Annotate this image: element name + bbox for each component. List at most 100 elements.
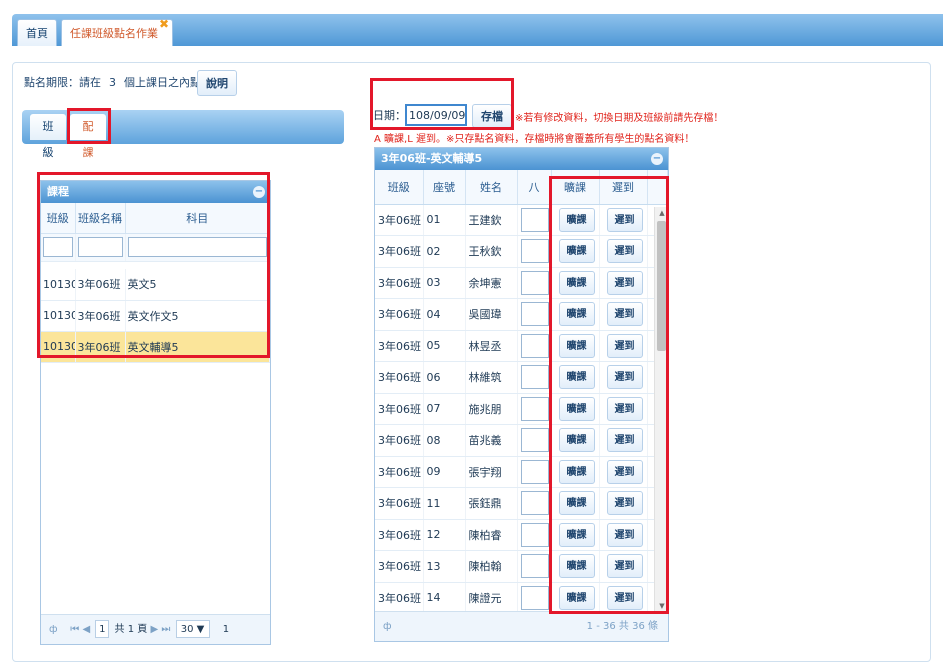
attendance-panel-header: 3年06班-英文輔導5 − [375,148,668,170]
column-header-seat[interactable]: 座號 [423,170,466,205]
row-class: 3年06班 [375,330,424,362]
row-class: 3年06班 [375,298,424,331]
next-page-icon[interactable]: ▶ [150,624,158,635]
status-input[interactable] [520,239,549,264]
row-name: 王秋欽 [465,235,518,268]
row-seat: 03 [423,267,466,299]
row-status-cell [517,456,552,488]
row-name: 苗兆義 [465,424,518,457]
row-seat: 02 [423,235,466,268]
prev-page-icon[interactable]: ◀ [82,624,90,635]
tab-class-attendance[interactable]: 任課班級點名作業 ✖ [61,17,173,46]
legend-warning: A 曠課,L 遲到。※只存點名資料，存檔時將會覆蓋所有學生的點名資料！ [374,134,695,145]
row-status-cell [517,267,552,299]
status-input[interactable] [520,302,549,327]
attendance-panel-title: 3年06班-英文輔導5 [381,152,483,165]
limit-prefix: 點名期限：請在 [24,76,101,89]
highlight-date [370,78,514,130]
row-status-cell [517,361,552,394]
status-input[interactable] [520,365,549,390]
status-input[interactable] [520,333,549,358]
status-input[interactable] [520,554,549,579]
row-class: 3年06班 [375,204,424,236]
status-input[interactable] [520,396,549,421]
row-status-cell [517,204,552,236]
page-total: 共 1 頁 [114,624,148,635]
tab-class-attendance-label: 任課班級點名作業 [70,27,158,40]
row-name: 王建欽 [465,204,518,236]
column-header-class[interactable]: 班級 [375,170,424,205]
row-class: 3年06班 [375,456,424,488]
row-class: 3年06班 [375,424,424,457]
row-name: 張鈺鼎 [465,487,518,520]
row-seat: 11 [423,487,466,520]
row-class: 3年06班 [375,519,424,551]
row-name: 陳柏睿 [465,519,518,551]
highlight-course-tab [67,108,111,144]
close-icon[interactable]: ✖ [159,11,169,38]
row-class: 3年06班 [375,393,424,425]
row-name: 林維筑 [465,361,518,394]
course-pager: ф ⏮ ◀ 1 共 1 頁 ▶ ⏭ 30 ▼ 1 [41,614,270,644]
row-status-cell [517,393,552,425]
row-name: 陳柏翰 [465,550,518,583]
highlight-course-list [37,172,270,358]
limit-days: 3 [109,76,116,89]
row-seat: 08 [423,424,466,457]
explain-button[interactable]: 說明 [197,70,237,96]
row-seat: 12 [423,519,466,551]
row-status-cell [517,519,552,551]
row-name: 余坤憲 [465,267,518,299]
last-page-icon[interactable]: ⏭ [161,624,170,635]
row-class: 3年06班 [375,361,424,394]
status-input[interactable] [520,270,549,295]
subtab-class[interactable]: 班級 [30,114,66,159]
row-status-cell [517,424,552,457]
status-input[interactable] [520,428,549,453]
tab-home[interactable]: 首頁 [17,19,57,46]
column-header-status[interactable]: 八 [517,170,552,205]
row-status-cell [517,487,552,520]
row-name: 吳國瑋 [465,298,518,331]
row-class: 3年06班 [375,267,424,299]
record-count: 1 - 36 共 36 條 [586,621,658,632]
status-input[interactable] [520,207,549,232]
row-name: 陳證元 [465,582,518,614]
column-header-name[interactable]: 姓名 [465,170,518,205]
refresh-icon[interactable]: ф [49,624,58,635]
status-input[interactable] [520,491,549,516]
main-tab-bar: 首頁 任課班級點名作業 ✖ [12,14,943,46]
row-status-cell [517,582,552,614]
row-seat: 04 [423,298,466,331]
row-status-cell [517,550,552,583]
attendance-pager: ф 1 - 36 共 36 條 [375,611,668,641]
save-warning: ※若有修改資料，切換日期及班級前請先存檔！ [515,113,724,124]
first-page-icon[interactable]: ⏮ [70,624,79,635]
row-seat: 13 [423,550,466,583]
status-input[interactable] [520,459,549,484]
page-number-input[interactable]: 1 [95,620,110,638]
row-class: 3年06班 [375,582,424,614]
row-status-cell [517,330,552,362]
row-seat: 05 [423,330,466,362]
row-name: 施兆朋 [465,393,518,425]
attendance-limit: 點名期限：請在 3 個上課日之內點名 [24,72,212,94]
status-input[interactable] [520,585,549,610]
status-input[interactable] [520,522,549,547]
row-class: 3年06班 [375,235,424,268]
row-seat: 14 [423,582,466,614]
row-status-cell [517,298,552,331]
row-name: 張宇翔 [465,456,518,488]
pager-tail: 1 [222,624,230,635]
row-seat: 06 [423,361,466,394]
row-name: 林昱丞 [465,330,518,362]
row-seat: 07 [423,393,466,425]
row-status-cell [517,235,552,268]
row-class: 3年06班 [375,550,424,583]
collapse-icon[interactable]: − [651,153,663,165]
highlight-attendance-buttons [549,176,669,614]
refresh-icon[interactable]: ф [383,621,392,632]
row-seat: 01 [423,204,466,236]
page-size-select[interactable]: 30 ▼ [175,620,210,638]
row-seat: 09 [423,456,466,488]
